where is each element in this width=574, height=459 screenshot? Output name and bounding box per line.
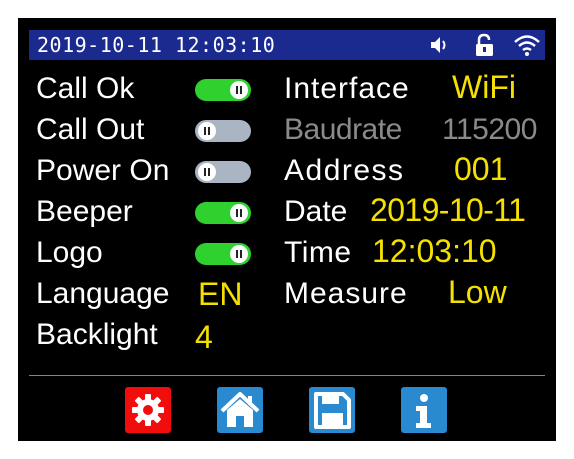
save-icon <box>314 392 351 429</box>
logo-label: Logo <box>36 236 103 269</box>
home-icon <box>220 392 260 427</box>
power-on-label: Power On <box>36 154 170 187</box>
measure-value[interactable]: Low <box>448 275 507 309</box>
call-out-toggle[interactable] <box>195 120 251 142</box>
backlight-label: Backlight <box>36 318 158 351</box>
interface-value[interactable]: WiFi <box>452 70 516 104</box>
call-ok-toggle[interactable] <box>195 79 251 101</box>
power-on-toggle[interactable] <box>195 161 251 183</box>
toggle-knob <box>230 204 248 222</box>
address-value[interactable]: 001 <box>454 152 507 186</box>
date-value[interactable]: 2019-10-11 <box>370 193 526 227</box>
language-label: Language <box>36 277 170 310</box>
toggle-knob <box>198 122 216 140</box>
footer-divider <box>29 375 545 376</box>
toggle-knob <box>230 245 248 263</box>
address-label: Address <box>284 154 405 187</box>
call-ok-label: Call Ok <box>36 72 135 105</box>
interface-label: Interface <box>284 72 410 105</box>
time-value[interactable]: 12:03:10 <box>372 234 497 268</box>
logo-toggle[interactable] <box>195 243 251 265</box>
status-datetime: 2019-10-11 12:03:10 <box>37 33 276 57</box>
toggle-knob <box>198 163 216 181</box>
beeper-label: Beeper <box>36 195 133 228</box>
call-out-label: Call Out <box>36 113 145 146</box>
measure-label: Measure <box>284 277 408 310</box>
backlight-value[interactable]: 4 <box>195 320 213 354</box>
status-bar: 2019-10-11 12:03:10 <box>29 30 545 60</box>
wifi-icon[interactable] <box>513 33 541 57</box>
baudrate-value[interactable]: 115200 <box>442 113 537 147</box>
device-screen: 2019-10-11 12:03:10 Call Ok Call Out Pow… <box>18 18 556 441</box>
settings-button[interactable] <box>125 387 171 433</box>
time-label: Time <box>284 236 352 269</box>
settings-icon <box>132 394 164 426</box>
beeper-toggle[interactable] <box>195 202 251 224</box>
baudrate-label: Baudrate <box>284 113 402 146</box>
home-button[interactable] <box>217 387 263 433</box>
date-label: Date <box>284 195 348 228</box>
lock-icon[interactable] <box>473 33 497 57</box>
language-value[interactable]: EN <box>198 277 242 311</box>
info-button[interactable] <box>401 387 447 433</box>
toggle-knob <box>230 81 248 99</box>
speaker-icon[interactable] <box>429 33 453 57</box>
save-button[interactable] <box>309 387 355 433</box>
info-icon <box>416 394 431 428</box>
